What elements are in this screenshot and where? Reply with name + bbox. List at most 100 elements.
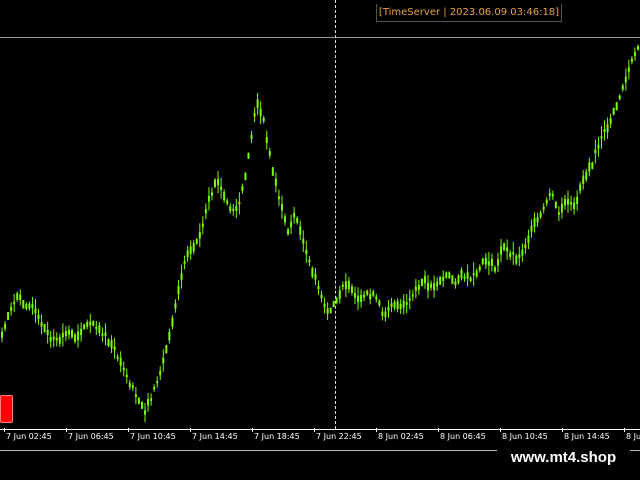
candle-body: [344, 281, 347, 290]
candle-body: [165, 344, 168, 354]
candle-body: [250, 135, 253, 139]
candle-body: [469, 277, 472, 281]
candle-body: [159, 370, 162, 376]
candle-body: [256, 99, 259, 109]
candle-body: [287, 229, 290, 235]
candle-body: [573, 202, 576, 210]
candle-body: [633, 52, 636, 57]
candle-body: [567, 198, 570, 205]
candle-body: [475, 270, 478, 277]
candle-body: [363, 294, 366, 298]
candle-body: [530, 225, 533, 232]
candle-body: [25, 303, 28, 309]
vertical-crosshair-line[interactable]: [335, 0, 336, 429]
candle-body: [637, 45, 639, 50]
candle-body: [64, 331, 67, 337]
candle-body: [49, 336, 52, 342]
candle-body: [430, 283, 433, 288]
candle-body: [554, 201, 557, 208]
candle-body: [521, 249, 524, 256]
candle-body: [122, 367, 125, 371]
candle-body: [375, 296, 378, 300]
candle-body: [314, 273, 317, 280]
candle-body: [98, 325, 101, 334]
candle-body: [150, 398, 153, 401]
candle-body: [399, 303, 402, 309]
candle-body: [594, 149, 597, 154]
candle-body: [214, 179, 217, 187]
candle-body: [204, 209, 207, 214]
candle-body: [156, 380, 159, 384]
candle-body: [560, 203, 563, 213]
candle-body: [95, 326, 98, 330]
candle-body: [585, 171, 588, 180]
candle-body: [509, 252, 512, 257]
candle-body: [125, 374, 128, 378]
candle-body: [210, 192, 213, 196]
candle-body: [131, 385, 134, 389]
candle-body: [445, 272, 448, 278]
x-tick-mark: [624, 428, 625, 432]
candle-body: [457, 275, 460, 283]
candle-body: [268, 151, 271, 156]
timeserver-label: [TimeServer | 2023.06.09 03:46:18]: [376, 4, 562, 22]
candle-body: [369, 293, 372, 300]
candle-body: [533, 218, 536, 228]
candle-body: [539, 212, 542, 218]
candle-body: [576, 196, 579, 204]
candle-body: [600, 136, 603, 139]
candle-body: [220, 186, 223, 190]
candle-body: [493, 267, 496, 272]
candle-body: [347, 280, 350, 290]
candle-body: [77, 331, 80, 341]
candle-body: [338, 290, 341, 299]
x-tick-label: 7 Jun 22:45: [316, 432, 362, 441]
candle-body: [524, 244, 527, 249]
candle-body: [442, 276, 445, 282]
candle-body: [134, 394, 137, 397]
candle-body: [420, 278, 423, 287]
candle-body: [305, 249, 308, 255]
candle-body: [630, 58, 633, 62]
candle-body: [262, 117, 265, 122]
price-chart[interactable]: [0, 0, 640, 450]
candle-body: [144, 410, 147, 415]
candle-body: [487, 261, 490, 266]
candle-body: [423, 275, 426, 284]
candle-body: [411, 294, 414, 297]
x-tick-mark: [314, 428, 315, 432]
candle-body: [259, 108, 262, 117]
candle-body: [588, 162, 591, 172]
candle-body: [466, 272, 469, 279]
candle-body: [192, 243, 195, 252]
candle-body: [247, 152, 250, 159]
candle-body: [396, 301, 399, 310]
candle-body: [433, 283, 436, 291]
candle-body: [405, 302, 408, 305]
candle-body: [107, 339, 110, 347]
candle-body: [350, 286, 353, 293]
candle-body: [527, 235, 530, 244]
candle-body: [86, 322, 89, 327]
candle-body: [302, 238, 305, 244]
candle-body: [381, 311, 384, 316]
candle-body: [536, 217, 539, 223]
candle-body: [28, 303, 31, 309]
candle-body: [506, 247, 509, 252]
candle-body: [326, 308, 329, 314]
candle-body: [582, 175, 585, 185]
candle-body: [70, 330, 73, 338]
candle-body: [615, 102, 618, 111]
candle-body: [481, 258, 484, 265]
horizontal-price-line[interactable]: [0, 37, 640, 38]
candle-body: [624, 76, 627, 83]
candle-body: [280, 204, 283, 211]
candle-body: [241, 186, 244, 192]
candle-body: [500, 246, 503, 255]
candle-body: [58, 337, 61, 344]
candle-body: [579, 184, 582, 192]
candle-body: [274, 178, 277, 186]
x-tick-label: 7 Jun 10:45: [130, 432, 176, 441]
x-tick-label: 8 Jun 02:45: [378, 432, 424, 441]
red-marker[interactable]: [0, 395, 13, 423]
